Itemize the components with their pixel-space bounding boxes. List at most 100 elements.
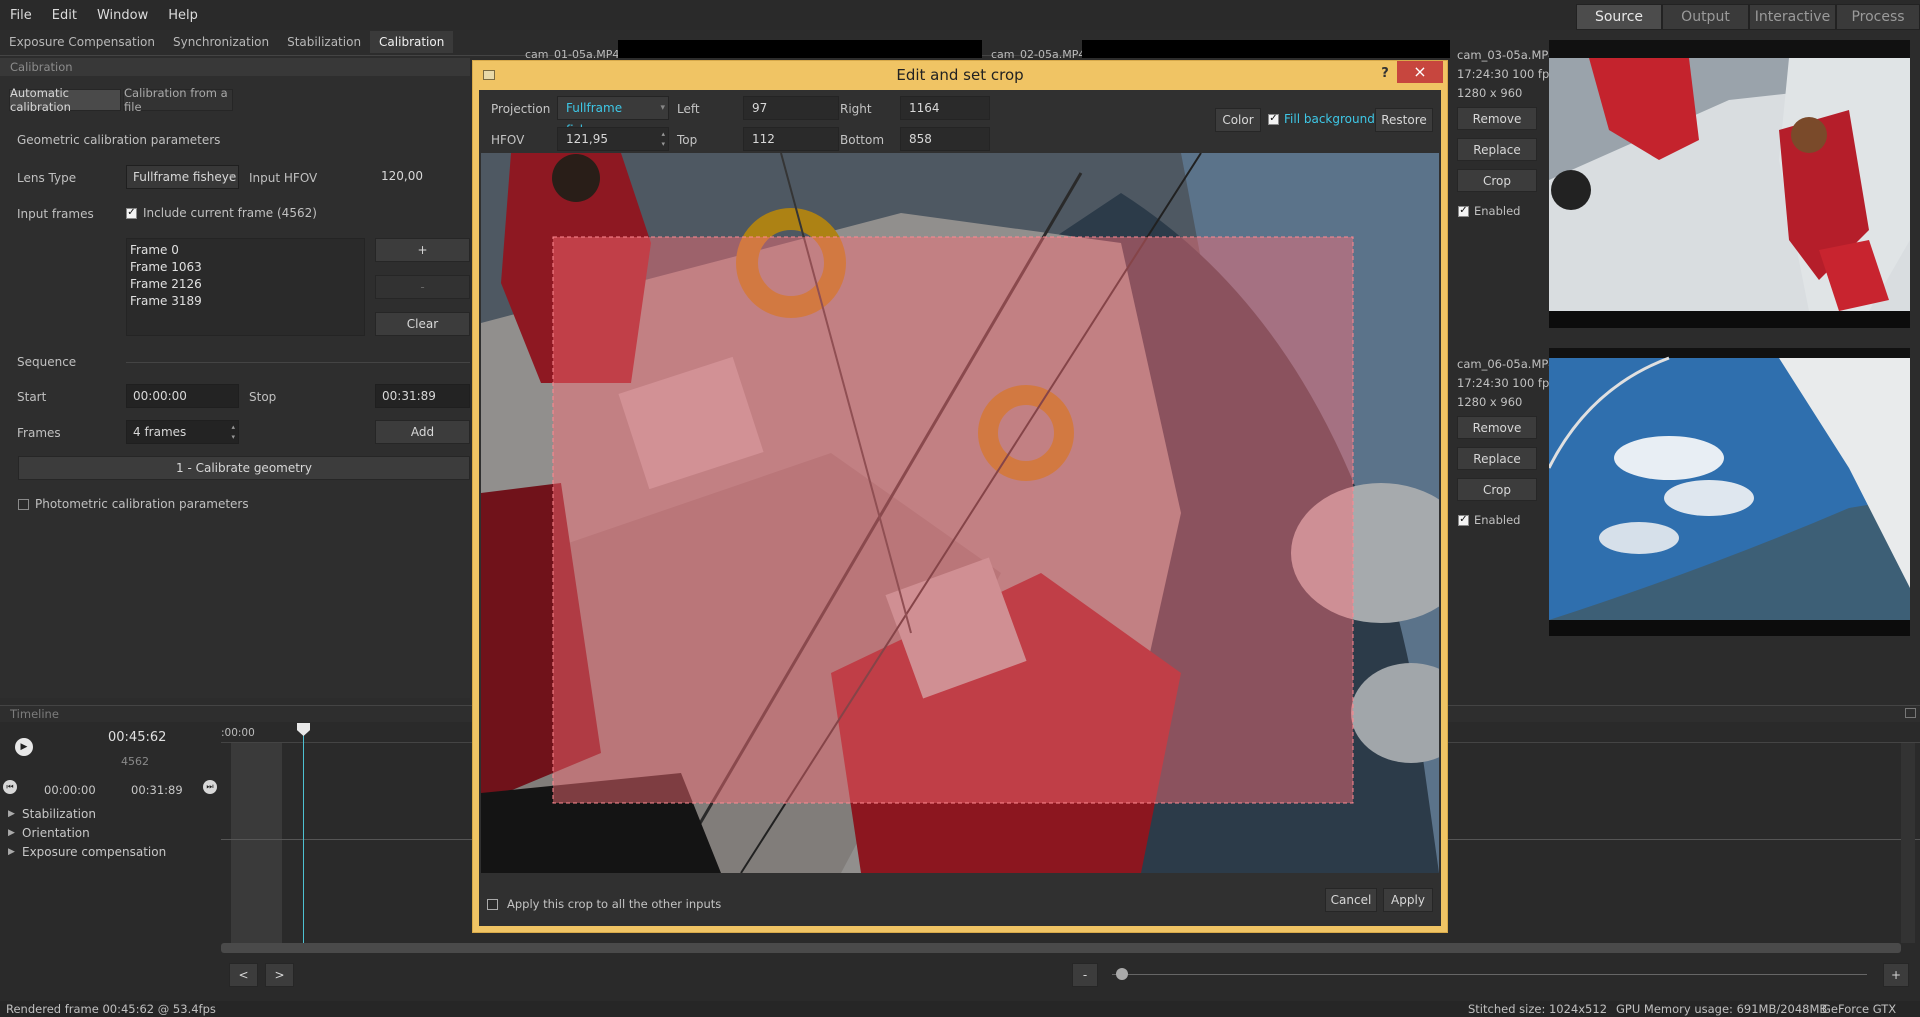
tab-synchronization[interactable]: Synchronization [164, 31, 278, 53]
menu-help[interactable]: Help [158, 8, 208, 23]
tab-exposure-compensation[interactable]: Exposure Compensation [0, 31, 164, 53]
mode-process[interactable]: Process [1836, 4, 1920, 30]
cam-03-res: 1280 x 960 [1457, 86, 1523, 100]
track-exposure[interactable]: ▶ Exposure compensation [8, 844, 166, 859]
preview-cam-01[interactable]: cam_01-05a.MP4 [506, 40, 982, 61]
expand-arrow-icon[interactable]: ▶ [8, 847, 22, 857]
cam-06-remove-button[interactable]: Remove [1457, 416, 1537, 439]
cam-03-replace-button[interactable]: Replace [1457, 138, 1537, 161]
bottom-field[interactable]: 858 [900, 127, 990, 151]
skip-end-icon[interactable]: ⏭ [203, 780, 217, 794]
expand-arrow-icon[interactable]: ▶ [8, 809, 22, 819]
input-hfov-field[interactable]: 120,00 [375, 165, 470, 189]
right-label: Right [840, 102, 872, 116]
zoom-slider[interactable] [1112, 968, 1867, 980]
frames-list[interactable]: Frame 0 Frame 1063 Frame 2126 Frame 3189 [126, 238, 365, 336]
cam-03-thumbnail[interactable] [1549, 40, 1910, 328]
status-card: GeForce GTX 660 [1822, 1002, 1897, 1017]
expand-arrow-icon[interactable]: ▶ [8, 828, 22, 838]
stop-field[interactable]: 00:31:89 [375, 384, 470, 408]
sequence-label: Sequence [17, 355, 77, 369]
crop-canvas[interactable] [481, 153, 1439, 873]
track-orientation[interactable]: ▶ Orientation [8, 825, 166, 840]
subtab-automatic[interactable]: Automatic calibration [9, 86, 121, 114]
current-time: 00:45:62 [108, 730, 167, 745]
chevron-down-icon: ▾ [229, 172, 234, 182]
cam-06-thumbnail[interactable] [1549, 348, 1910, 636]
close-icon[interactable]: × [1397, 61, 1443, 83]
clear-frames-button[interactable]: Clear [375, 312, 470, 336]
next-keyframe-button[interactable]: > [265, 963, 294, 987]
color-button[interactable]: Color [1215, 108, 1261, 132]
zoom-out-button[interactable]: - [1072, 963, 1098, 987]
cam-03-remove-button[interactable]: Remove [1457, 107, 1537, 130]
list-item[interactable]: Frame 2126 [130, 277, 362, 294]
help-icon[interactable]: ? [1375, 64, 1395, 84]
lens-type-select[interactable]: Fullframe fisheye ▾ [126, 165, 239, 189]
lens-type-label: Lens Type [17, 171, 77, 185]
play-icon[interactable]: ▶ [15, 738, 33, 756]
spin-arrows-icon[interactable]: ▴ ▾ [661, 129, 665, 149]
menu-file[interactable]: File [0, 8, 42, 23]
left-label: Left [677, 102, 700, 116]
preview-cam-02[interactable]: cam_02-05a.MP4 [986, 40, 1450, 61]
list-item[interactable]: Frame 1063 [130, 260, 362, 277]
cam-06-time: 17:24:30 100 fps [1457, 376, 1556, 390]
status-rendered: Rendered frame 00:45:62 @ 53.4fps [6, 1002, 216, 1016]
cam-03-image [1549, 58, 1910, 328]
start-field[interactable]: 00:00:00 [126, 384, 239, 408]
include-current-checkbox[interactable]: ✓ [126, 207, 137, 219]
current-frame: 4562 [121, 755, 149, 768]
list-item[interactable]: Frame 3189 [130, 294, 362, 311]
mode-source[interactable]: Source [1576, 4, 1662, 30]
photometric-checkbox[interactable] [18, 498, 29, 510]
menu-edit[interactable]: Edit [42, 8, 87, 23]
timeline-vscroll[interactable] [1901, 743, 1915, 943]
cam-06-image [1549, 356, 1910, 636]
calibrate-geometry-button[interactable]: 1 - Calibrate geometry [18, 456, 470, 480]
apply-button[interactable]: Apply [1383, 888, 1433, 912]
right-field[interactable]: 1164 [900, 96, 990, 120]
mode-output[interactable]: Output [1662, 4, 1749, 30]
photometric-label: Photometric calibration parameters [35, 497, 249, 511]
cam-03-enabled-checkbox[interactable]: ✓ [1458, 205, 1469, 217]
prev-keyframe-button[interactable]: < [229, 963, 258, 987]
menu-window[interactable]: Window [87, 8, 158, 23]
skip-start-icon[interactable]: ⏮ [3, 780, 17, 794]
frames-count-spinbox[interactable]: 4 frames ▴ ▾ [126, 420, 239, 444]
start-label: Start [17, 390, 47, 404]
photometric-row: Photometric calibration parameters [18, 497, 249, 511]
cam-06-enabled-checkbox[interactable]: ✓ [1458, 514, 1469, 526]
tab-calibration[interactable]: Calibration [370, 31, 454, 53]
fill-background-checkbox[interactable]: ✓ [1268, 113, 1279, 125]
timeline-start: 00:00:00 [44, 783, 96, 797]
preview-cam-02-video [1082, 40, 1450, 58]
fill-background-row: ✓ Fill background [1268, 112, 1375, 126]
track-stabilization[interactable]: ▶ Stabilization [8, 806, 166, 821]
cancel-button[interactable]: Cancel [1325, 888, 1377, 912]
top-field[interactable]: 112 [743, 127, 839, 151]
subtab-from-file[interactable]: Calibration from a file [123, 86, 233, 114]
add-frame-button[interactable]: + [375, 238, 470, 262]
zoom-in-button[interactable]: + [1883, 963, 1909, 987]
cam-03-crop-button[interactable]: Crop [1457, 169, 1537, 192]
apply-all-checkbox[interactable] [487, 898, 498, 910]
cam-06-crop-button[interactable]: Crop [1457, 478, 1537, 501]
tab-bar: Exposure Compensation Synchronization St… [0, 31, 454, 53]
tab-stabilization[interactable]: Stabilization [278, 31, 370, 53]
remove-frame-button[interactable]: - [375, 275, 470, 299]
projection-select[interactable]: Fullframe fisheye ▾ [557, 96, 669, 137]
dialog-body: Projection Fullframe fisheye ▾ Left 97 R… [479, 90, 1441, 926]
spin-arrows-icon[interactable]: ▴ ▾ [231, 422, 235, 442]
timeline-hscroll[interactable] [221, 943, 1901, 953]
zoom-slider-handle[interactable] [1115, 968, 1128, 980]
mode-interactive[interactable]: Interactive [1749, 4, 1836, 30]
left-field[interactable]: 97 [743, 96, 839, 120]
restore-button[interactable]: Restore [1375, 108, 1433, 132]
undock-icon[interactable] [1905, 708, 1916, 718]
hfov-spinbox[interactable]: 121,95 ▴ ▾ [557, 127, 669, 151]
playhead-line [303, 723, 304, 943]
add-sequence-button[interactable]: Add [375, 420, 470, 444]
cam-06-replace-button[interactable]: Replace [1457, 447, 1537, 470]
list-item[interactable]: Frame 0 [130, 243, 362, 260]
